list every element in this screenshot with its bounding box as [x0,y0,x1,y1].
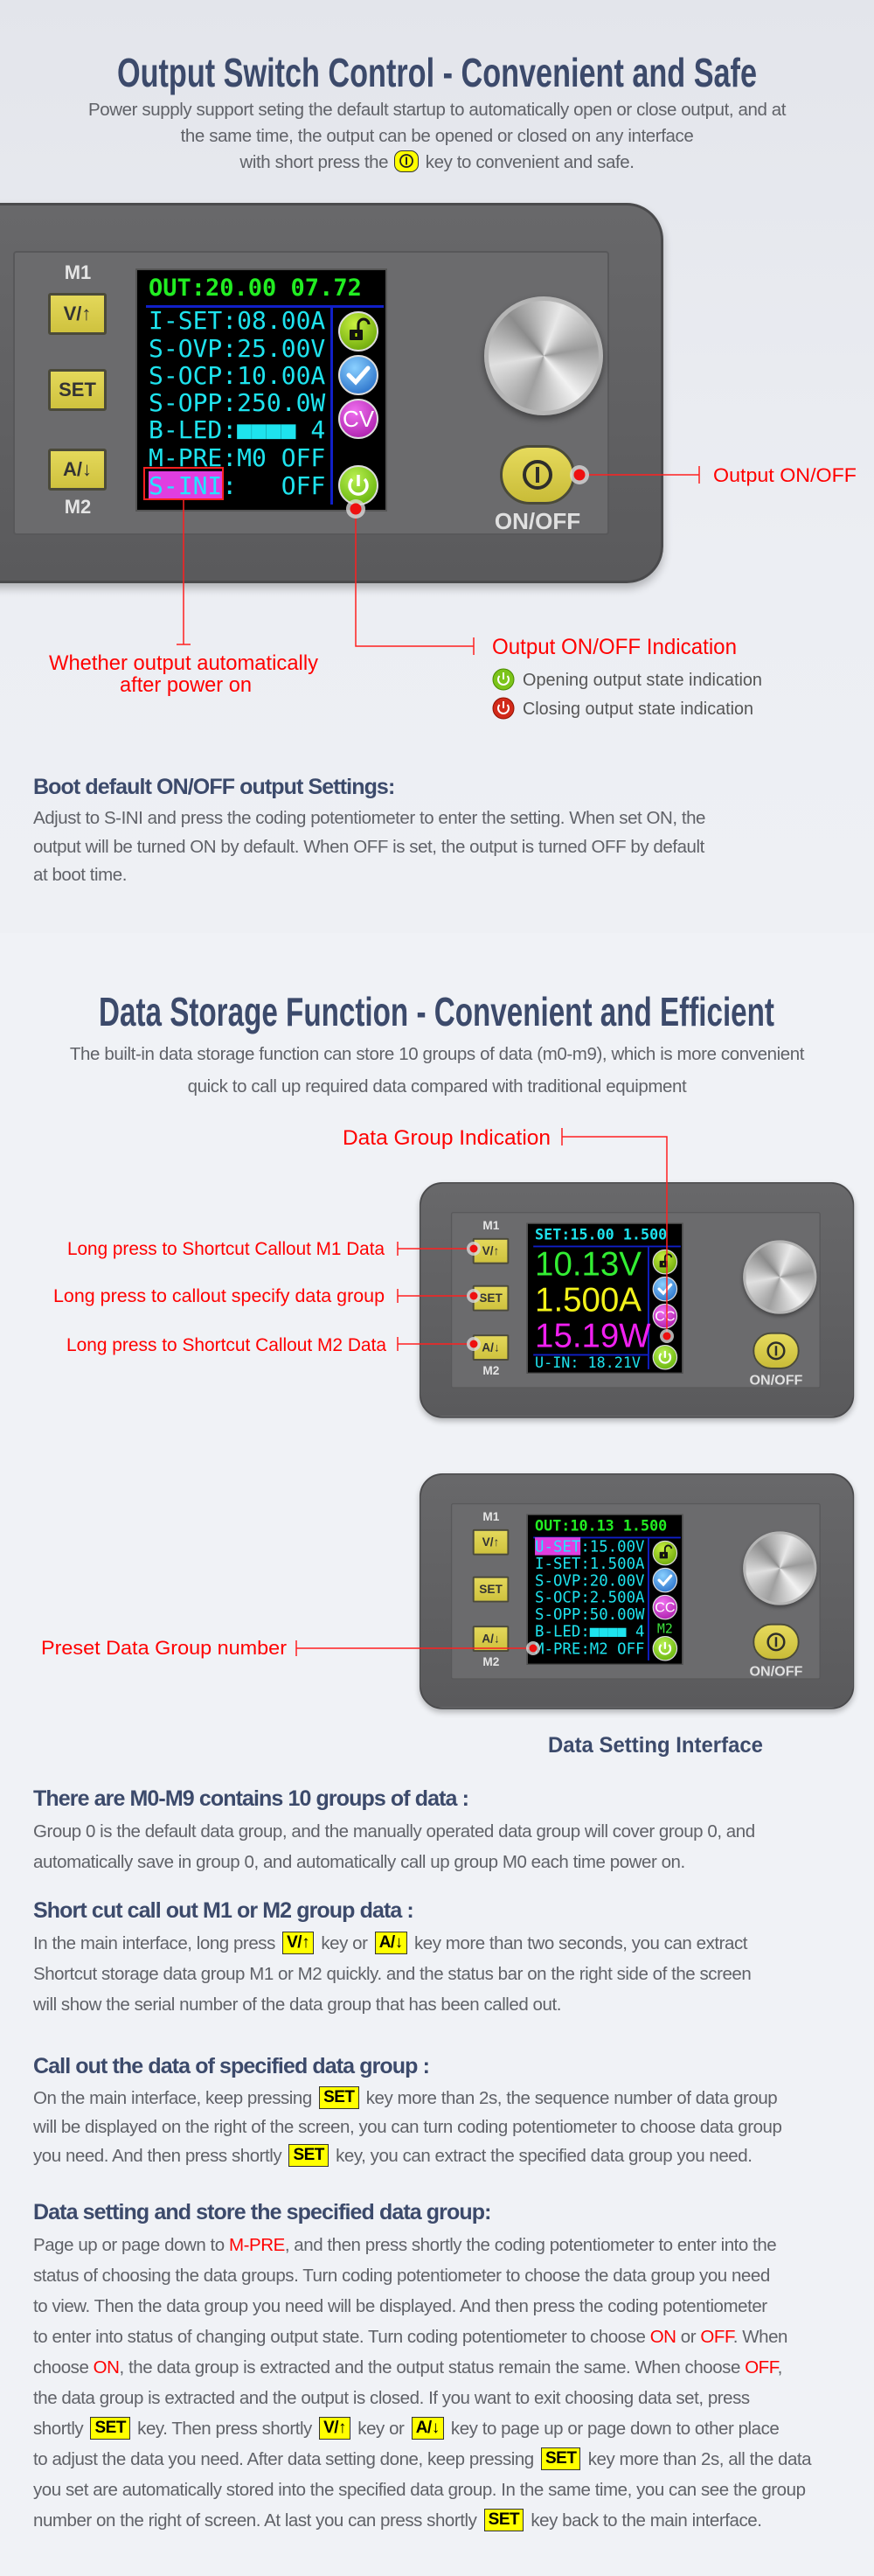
label-output-onoff: Output ON/OFF [713,464,857,486]
label-auto-output: Whether output automatically [49,651,318,675]
label-opening-state: Opening output state indication [523,671,762,690]
label-preset-number: Preset Data Group number [41,1637,287,1659]
label-data-group-indication: Data Group Indication [343,1126,551,1150]
section2-title: Data Storage Function - Convenient and E… [99,989,774,1034]
annotation-layer: Output Switch Control - Convenient and S… [41,50,857,1758]
callout-dot [469,1340,478,1348]
callout-line [355,511,474,647]
callout-dot [350,503,362,515]
callout-dot [573,469,586,481]
section1-title: Output Switch Control - Convenient and S… [117,50,757,95]
callout-dot [469,1291,478,1300]
callout-dot [529,1644,538,1653]
label-m1-callout: Long press to Shortcut Callout M1 Data [67,1239,385,1259]
label-m2-callout: Long press to Shortcut Callout M2 Data [66,1335,386,1355]
power-on-indicator-icon [492,668,515,691]
callout-dot [662,1332,671,1340]
label-closing-state: Closing output state indication [523,700,753,719]
callout-line [562,1136,668,1336]
s-ini-highlight-box [143,467,224,500]
callout-dot [469,1244,478,1253]
power-off-indicator-icon [492,697,515,720]
data-setting-interface-caption: Data Setting Interface [548,1733,763,1758]
label-output-indication: Output ON/OFF Indication [492,635,737,659]
label-auto-output: after power on [120,673,252,697]
label-specify-group: Long press to callout specify data group [53,1286,385,1306]
